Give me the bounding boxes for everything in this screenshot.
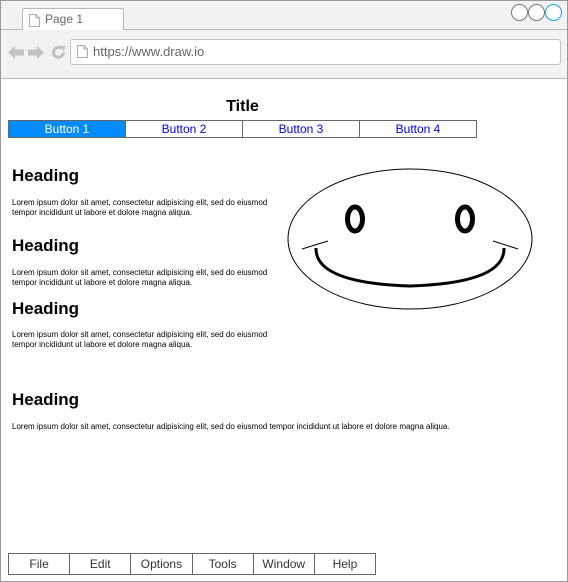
page-icon	[29, 14, 40, 27]
section-heading: Heading	[12, 390, 80, 409]
menu-edit[interactable]: Edit	[69, 554, 130, 574]
text-line: tempor incididunt ut labore et dolore ma…	[12, 208, 193, 217]
address-bar[interactable]: https://www.draw.io	[70, 39, 561, 65]
tab-button-3[interactable]: Button 3	[242, 121, 359, 137]
tab-button-4[interactable]: Button 4	[359, 121, 476, 137]
text-line: Lorem ipsum dolor sit amet, consectetur …	[12, 330, 268, 339]
section-heading: Heading	[12, 299, 80, 318]
button-tab-bar: Button 1 Button 2 Button 3 Button 4	[8, 120, 477, 138]
back-arrow-icon[interactable]	[8, 45, 24, 60]
browser-window: Page 1 https://www.draw.io Title Button …	[0, 0, 568, 582]
section-text: Lorem ipsum dolor sit amet, consectetur …	[12, 422, 450, 432]
section-text: Lorem ipsum dolor sit amet, consectetur …	[12, 198, 267, 218]
left-eye	[345, 204, 365, 234]
menu-window[interactable]: Window	[252, 554, 314, 574]
minimize-button[interactable]	[511, 4, 528, 21]
close-button[interactable]	[545, 4, 562, 21]
browser-nav-bar: https://www.draw.io	[1, 30, 567, 79]
tab-button-1[interactable]: Button 1	[9, 121, 125, 137]
menu-bar: File Edit Options Tools Window Help	[8, 553, 376, 575]
section-heading: Heading	[12, 236, 80, 255]
browser-tab-label: Page 1	[45, 12, 84, 26]
text-line: Lorem ipsum dolor sit amet, consectetur …	[12, 268, 268, 277]
browser-tab-strip: Page 1	[1, 1, 567, 30]
window-controls	[511, 4, 563, 21]
text-line: tempor incididunt ut labore et dolore ma…	[12, 340, 193, 349]
page-title: Title	[226, 98, 259, 115]
forward-arrow-icon[interactable]	[28, 45, 44, 60]
menu-help[interactable]: Help	[313, 554, 375, 574]
smiley-face-icon	[287, 168, 533, 310]
reload-icon[interactable]	[51, 45, 66, 60]
section-heading: Heading	[12, 166, 80, 185]
menu-tools[interactable]: Tools	[191, 554, 253, 574]
url-text: https://www.draw.io	[93, 44, 205, 59]
maximize-button[interactable]	[528, 4, 545, 21]
section-text: Lorem ipsum dolor sit amet, consectetur …	[12, 268, 267, 288]
menu-options[interactable]: Options	[130, 554, 191, 574]
menu-file[interactable]: File	[9, 554, 69, 574]
page-icon	[77, 45, 88, 58]
text-line: tempor incididunt ut labore et dolore ma…	[12, 278, 193, 287]
face-outline	[287, 168, 533, 310]
text-line: Lorem ipsum dolor sit amet, consectetur …	[12, 198, 268, 207]
text-line: Lorem ipsum dolor sit amet, consectetur …	[12, 422, 450, 431]
tab-button-2[interactable]: Button 2	[125, 121, 242, 137]
browser-tab[interactable]: Page 1	[22, 8, 124, 30]
right-eye	[455, 204, 475, 234]
section-text: Lorem ipsum dolor sit amet, consectetur …	[12, 330, 267, 350]
